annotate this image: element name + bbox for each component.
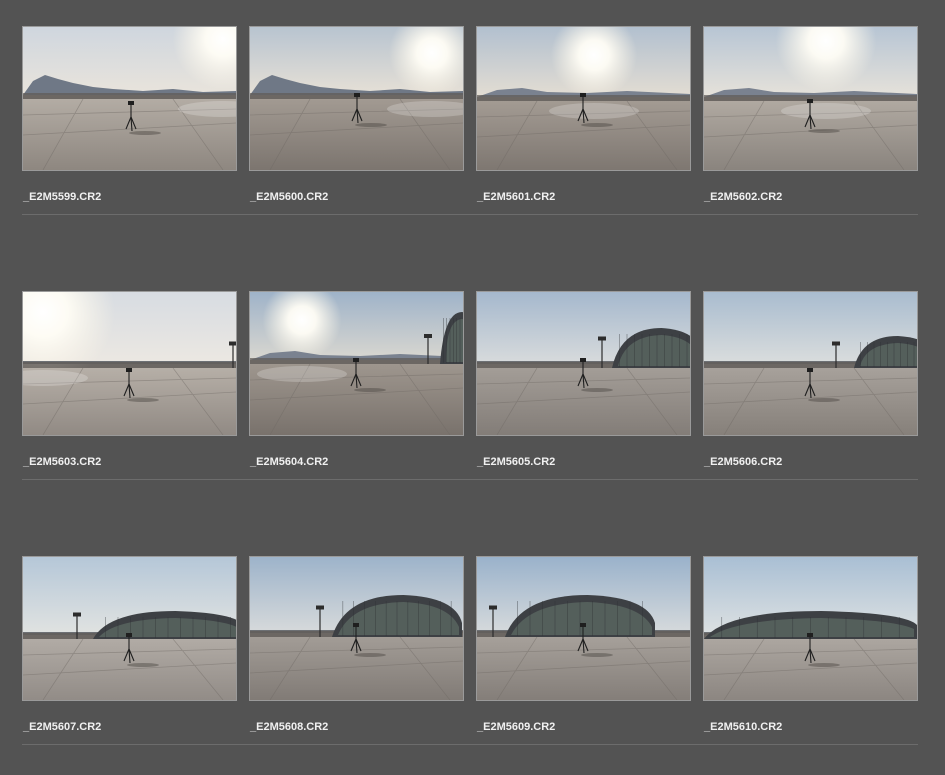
thumbnail-filename: _E2M5609.CR2 [477,721,556,733]
photo-preview [250,557,463,700]
photo-preview [704,27,917,170]
photo-preview [250,27,463,170]
thumbnail-cell[interactable]: _E2M5602.CR2 [703,26,918,214]
thumbnail-filename: _E2M5600.CR2 [250,191,329,203]
thumbnail-cell[interactable]: _E2M5604.CR2 [249,291,464,479]
thumbnail-filename: _E2M5601.CR2 [477,191,556,203]
thumbnail-cell[interactable]: _E2M5600.CR2 [249,26,464,214]
thumbnail-row: _E2M5607.CR2 _E2M5608.CR2 _E2M5609.CR2 _… [0,556,945,746]
thumbnail-image[interactable] [22,556,237,701]
photo-preview [477,292,690,435]
thumbnail-image[interactable] [22,291,237,436]
photo-preview [23,27,236,170]
thumbnail-image[interactable] [703,26,918,171]
thumbnail-image[interactable] [476,291,691,436]
thumbnail-row: _E2M5599.CR2 _E2M5600.CR2 _E2M5601.CR2 _… [0,26,945,216]
photo-preview [23,292,236,435]
photo-preview [704,292,917,435]
thumbnail-cell[interactable]: _E2M5608.CR2 [249,556,464,744]
thumbnail-cell[interactable]: _E2M5609.CR2 [476,556,691,744]
thumbnail-image[interactable] [703,291,918,436]
thumbnail-cell[interactable]: _E2M5610.CR2 [703,556,918,744]
thumbnail-filename: _E2M5607.CR2 [23,721,102,733]
photo-preview [704,557,917,700]
thumbnail-image[interactable] [249,291,464,436]
photo-preview [477,557,690,700]
thumbnail-image[interactable] [476,556,691,701]
thumbnail-filename: _E2M5602.CR2 [704,191,783,203]
thumbnail-filename: _E2M5610.CR2 [704,721,783,733]
photo-preview [250,292,463,435]
thumbnail-filename: _E2M5606.CR2 [704,456,783,468]
thumbnail-grid: _E2M5599.CR2 _E2M5600.CR2 _E2M5601.CR2 _… [0,0,945,775]
thumbnail-filename: _E2M5608.CR2 [250,721,329,733]
thumbnail-cell[interactable]: _E2M5606.CR2 [703,291,918,479]
thumbnail-cell[interactable]: _E2M5599.CR2 [22,26,237,214]
thumbnail-image[interactable] [703,556,918,701]
row-divider [22,744,918,745]
photo-preview [477,27,690,170]
thumbnail-image[interactable] [476,26,691,171]
thumbnail-image[interactable] [22,26,237,171]
thumbnail-cell[interactable]: _E2M5603.CR2 [22,291,237,479]
thumbnail-filename: _E2M5605.CR2 [477,456,556,468]
thumbnail-filename: _E2M5604.CR2 [250,456,329,468]
row-divider [22,479,918,480]
photo-preview [23,557,236,700]
thumbnail-image[interactable] [249,26,464,171]
row-divider [22,214,918,215]
thumbnail-cell[interactable]: _E2M5605.CR2 [476,291,691,479]
thumbnail-filename: _E2M5599.CR2 [23,191,102,203]
thumbnail-row: _E2M5603.CR2 _E2M5604.CR2 _E2M5605.CR2 _… [0,291,945,481]
thumbnail-image[interactable] [249,556,464,701]
thumbnail-filename: _E2M5603.CR2 [23,456,102,468]
thumbnail-cell[interactable]: _E2M5601.CR2 [476,26,691,214]
thumbnail-cell[interactable]: _E2M5607.CR2 [22,556,237,744]
